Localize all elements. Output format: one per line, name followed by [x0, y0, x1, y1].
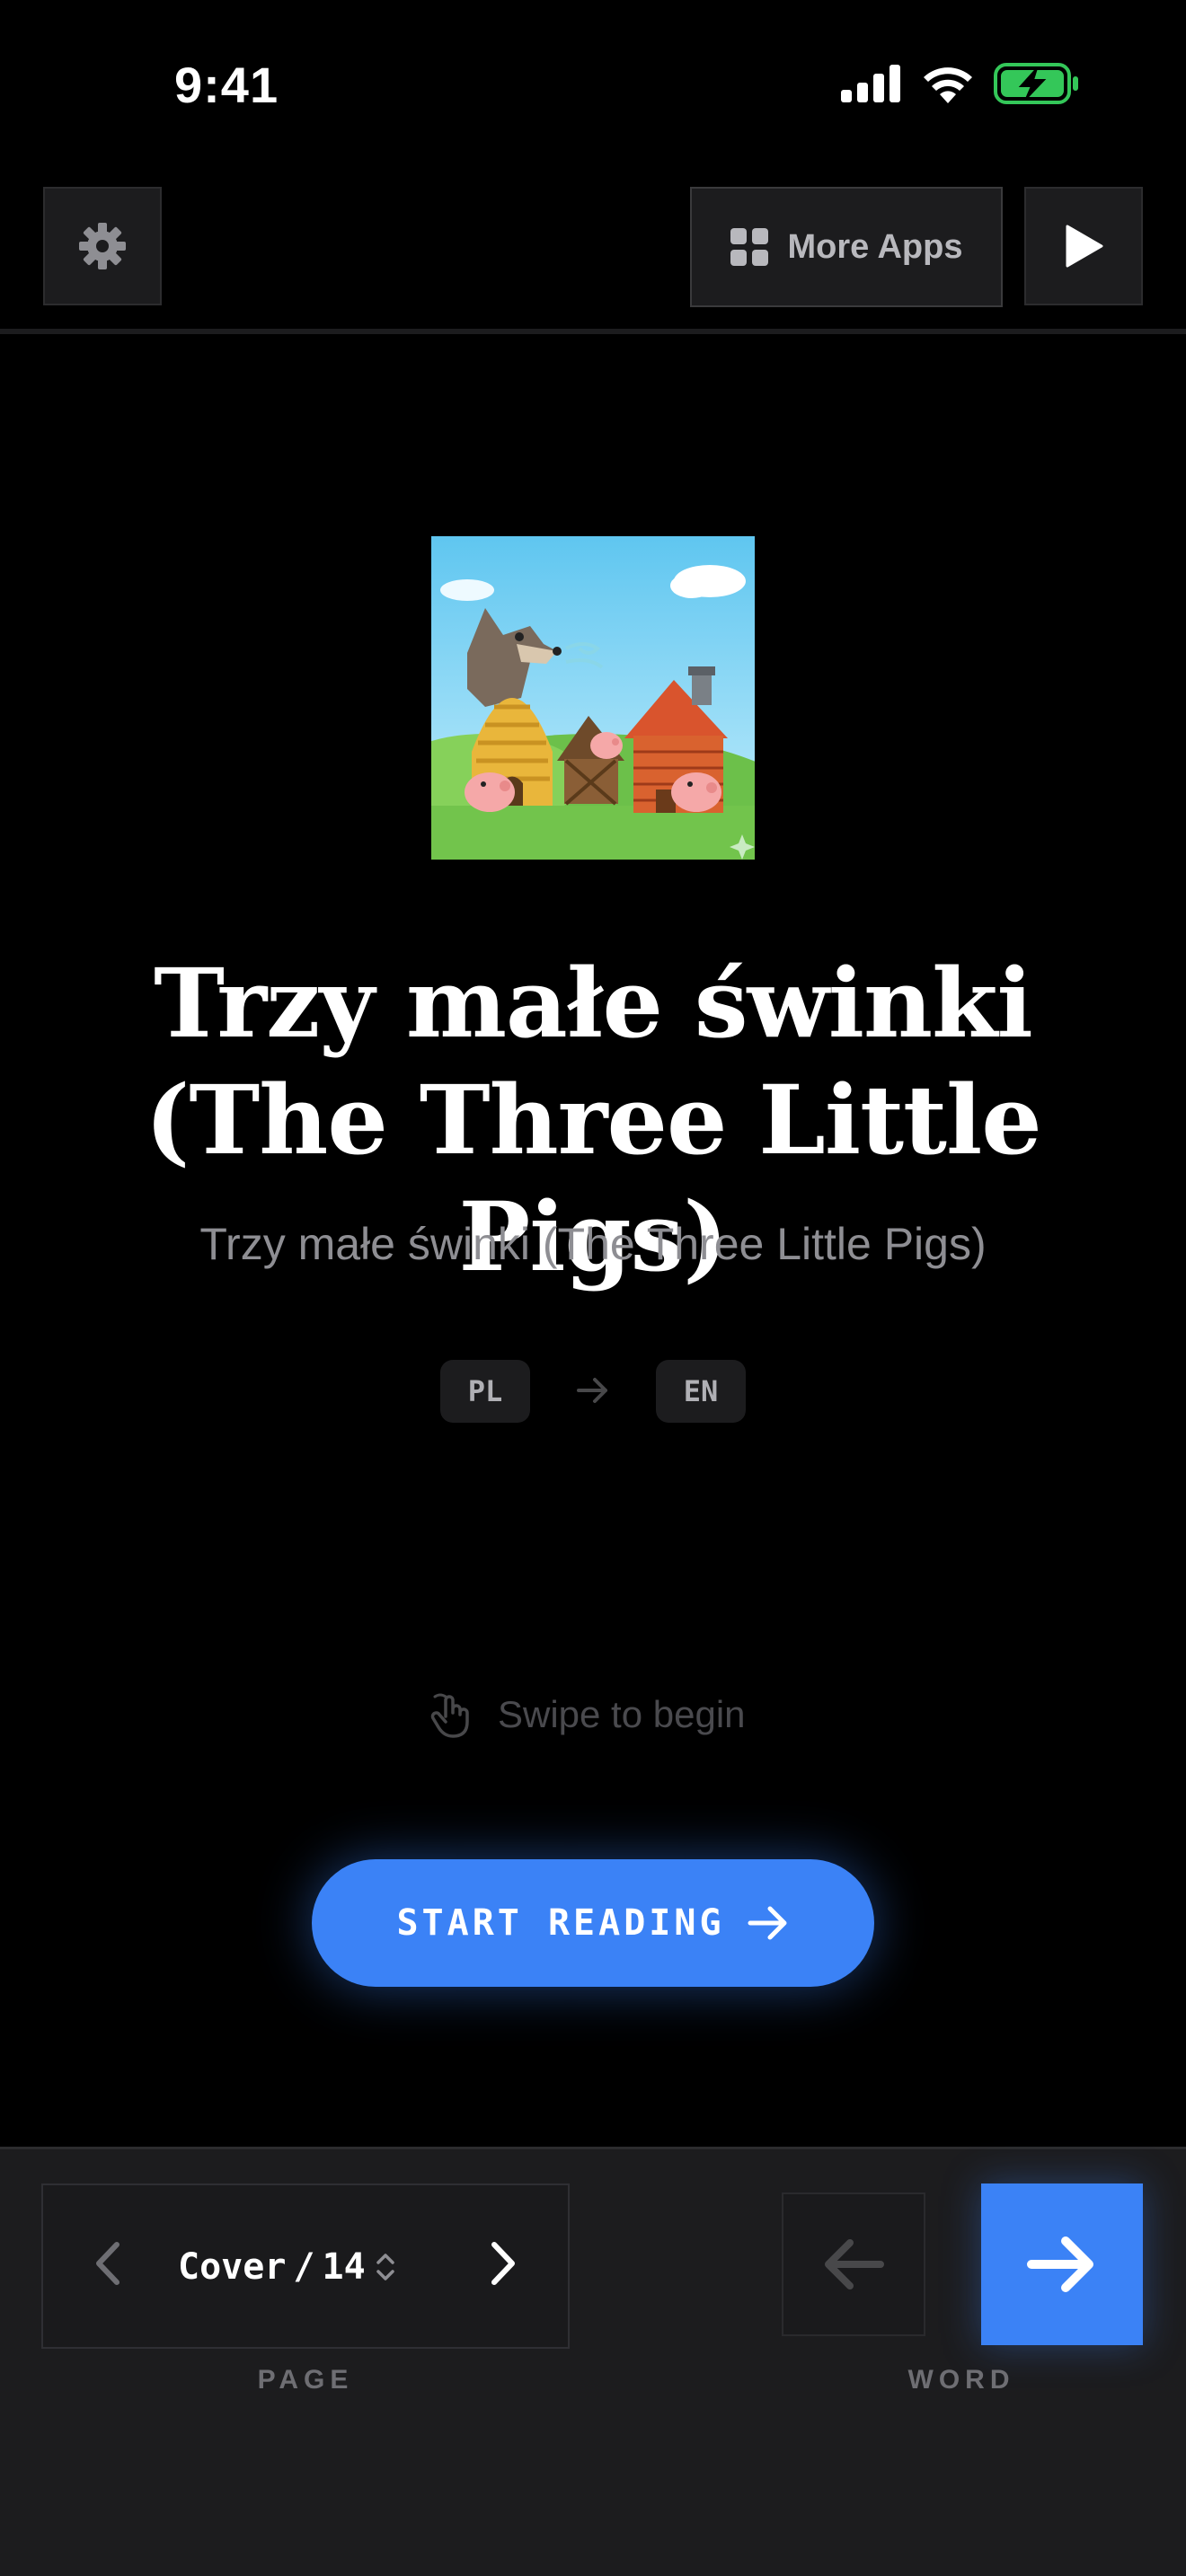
arrow-right-icon — [1027, 2236, 1093, 2292]
chevron-left-icon[interactable] — [88, 2232, 128, 2295]
story-subtitle: Trzy małe świnki (The Three Little Pigs) — [199, 1219, 987, 1269]
more-apps-label: More Apps — [787, 227, 963, 266]
arrow-right-icon — [577, 1378, 607, 1403]
page-separator: / — [293, 2246, 315, 2288]
chevron-up-down-icon — [376, 2254, 394, 2280]
bottom-navigation: Cover / 14 PAGE WORD — [0, 2147, 1186, 2576]
source-language-badge: PL — [440, 1360, 530, 1423]
grid-icon — [730, 228, 768, 266]
word-label: WORD — [907, 2365, 1015, 2395]
swipe-hint: Swipe to begin — [428, 1683, 746, 1746]
signal-icon — [841, 65, 900, 102]
play-button[interactable] — [1024, 187, 1143, 305]
previous-word-button[interactable] — [782, 2192, 925, 2336]
arrow-right-icon — [748, 1906, 787, 1940]
next-word-button[interactable] — [981, 2183, 1143, 2345]
page-total: 14 — [322, 2246, 366, 2288]
page-current: Cover — [178, 2246, 287, 2288]
hand-swipe-icon — [430, 1693, 469, 1738]
cover-illustration — [431, 536, 755, 860]
arrow-left-icon — [825, 2239, 884, 2289]
toolbar-divider — [0, 329, 1186, 334]
language-pair: PL EN — [0, 1360, 1186, 1423]
page-label: PAGE — [257, 2365, 354, 2395]
start-reading-button[interactable]: START READING — [312, 1859, 874, 1987]
wifi-icon — [924, 67, 972, 103]
chevron-right-icon[interactable] — [483, 2232, 523, 2295]
battery-charging-icon — [994, 63, 1078, 104]
start-reading-label: START READING — [396, 1902, 725, 1944]
top-toolbar: More Apps — [0, 187, 1186, 309]
page-navigator: Cover / 14 — [41, 2183, 570, 2349]
more-apps-button[interactable]: More Apps — [690, 187, 1003, 307]
target-language-badge: EN — [656, 1360, 746, 1423]
settings-button[interactable] — [43, 187, 162, 305]
reader-screen: 9:41 More Apps Trzy małe świnki (The Thr… — [0, 0, 1186, 2576]
status-time: 9:41 — [174, 57, 279, 113]
gear-icon — [79, 223, 126, 269]
swipe-hint-label: Swipe to begin — [498, 1693, 746, 1735]
status-icons — [841, 63, 1080, 104]
play-icon — [1066, 225, 1103, 268]
page-indicator[interactable]: Cover / 14 — [178, 2236, 398, 2298]
